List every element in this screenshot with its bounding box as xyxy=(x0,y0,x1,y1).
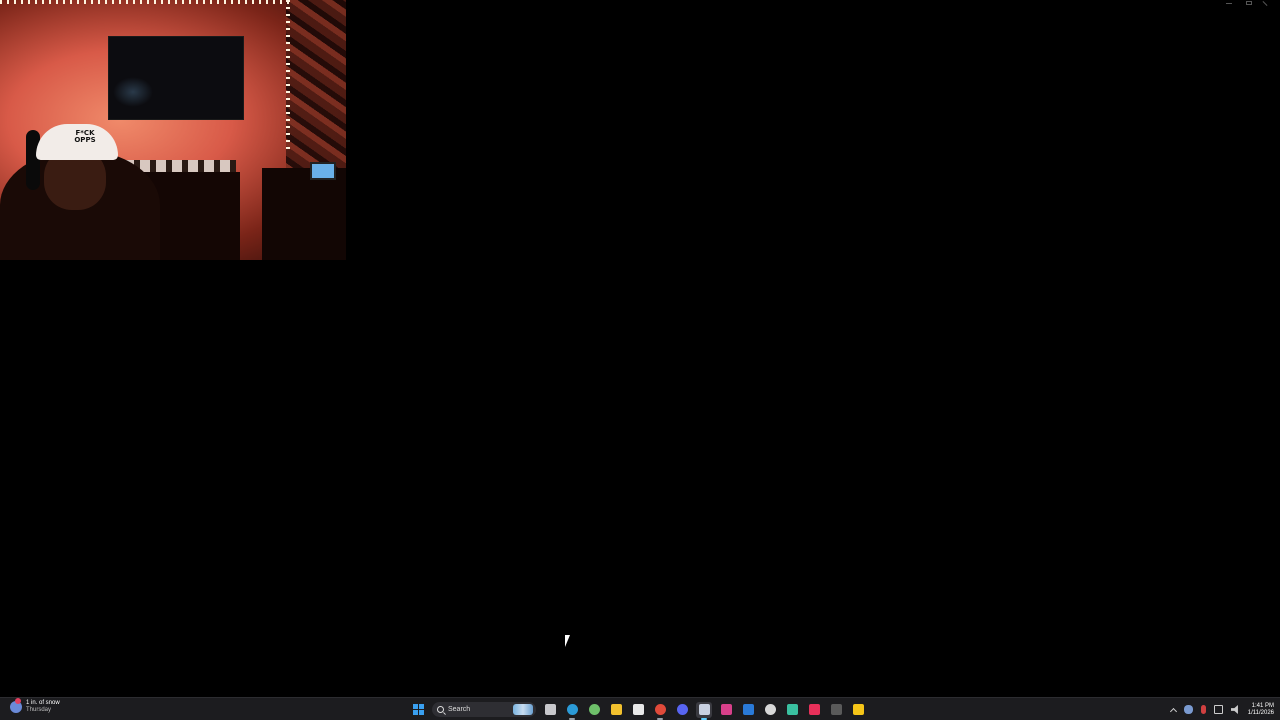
tiktok-icon xyxy=(808,704,820,715)
search-input[interactable]: Search xyxy=(432,702,536,717)
discord-icon xyxy=(676,704,688,715)
taskbar-app-excel[interactable] xyxy=(828,702,844,718)
chrome-icon xyxy=(654,704,666,715)
taskbar-app-file-explorer[interactable] xyxy=(608,702,624,718)
pinned-apps xyxy=(542,701,866,720)
weather-text: 1 in. of snow Thursday xyxy=(26,700,60,714)
close-icon[interactable] xyxy=(1262,1,1272,5)
webcam-dresser xyxy=(262,168,346,260)
mouse-cursor-icon xyxy=(565,635,575,647)
window-controls xyxy=(1226,0,1272,6)
taskbar-app-discord[interactable] xyxy=(674,702,690,718)
search-icon xyxy=(437,706,444,713)
media-player-icon xyxy=(742,704,754,715)
webcam-string-lights-vertical xyxy=(286,0,290,150)
sticky-notes-icon xyxy=(852,704,864,715)
weather-icon xyxy=(10,698,22,713)
clock-date: 1/11/2026 xyxy=(1247,709,1274,716)
copilot-icon xyxy=(588,704,600,715)
system-tray: 1:41 PM 1/11/2026 xyxy=(1169,700,1280,719)
taskbar-app-copilot[interactable] xyxy=(586,702,602,718)
webcam-cap-text: F*CK OPPS xyxy=(70,130,100,144)
excel-icon xyxy=(830,704,842,715)
volume-icon[interactable] xyxy=(1230,705,1238,714)
running-indicator xyxy=(569,717,575,720)
webcam-floral-wallpaper xyxy=(286,0,346,180)
webcam-tablet xyxy=(310,162,336,180)
edge-icon xyxy=(566,704,578,715)
clock[interactable]: 1:41 PM 1/11/2026 xyxy=(1248,703,1274,717)
search-label: Search xyxy=(448,706,471,713)
taskbar-app-task-view[interactable] xyxy=(542,702,558,718)
webcam-tv xyxy=(108,36,244,120)
taskbar-app-calendar[interactable] xyxy=(630,702,646,718)
weather-day: Thursday xyxy=(26,707,52,713)
weather-widget[interactable]: 1 in. of snow Thursday xyxy=(10,698,60,714)
calendar-icon xyxy=(632,704,644,715)
taskbar-app-instagram[interactable] xyxy=(718,702,734,718)
taskbar-app-steam[interactable] xyxy=(696,701,712,720)
microphone-icon[interactable] xyxy=(1200,705,1206,714)
webcam-overlay: F*CK OPPS xyxy=(0,0,346,260)
taskbar-center: Search xyxy=(410,700,866,720)
taskbar: 1 in. of snow Thursday Search 1:41 PM 1/… xyxy=(0,697,1280,720)
network-icon[interactable] xyxy=(1213,705,1223,714)
webcam-string-lights xyxy=(0,0,290,4)
search-highlight-icon xyxy=(513,704,533,715)
chatgpt-icon xyxy=(764,704,776,715)
maximize-icon[interactable] xyxy=(1246,1,1252,5)
steam-icon xyxy=(698,704,710,715)
clock-time: 1:41 PM xyxy=(1251,702,1274,709)
onedrive-icon[interactable] xyxy=(1183,705,1193,714)
start-button[interactable] xyxy=(410,702,426,718)
windows-logo-icon xyxy=(412,704,424,715)
instagram-icon xyxy=(720,704,732,715)
show-hidden-icons-icon[interactable] xyxy=(1169,707,1177,715)
taskbar-app-edge[interactable] xyxy=(564,702,580,720)
cap-text-line2: OPPS xyxy=(74,136,96,144)
task-view-icon xyxy=(544,704,556,715)
file-explorer-icon xyxy=(610,704,622,715)
taskbar-app-sticky-notes[interactable] xyxy=(850,702,866,718)
store-icon xyxy=(786,704,798,715)
taskbar-app-chatgpt[interactable] xyxy=(762,702,778,718)
webcam-headset xyxy=(26,130,40,190)
weather-temp: 1 in. of snow xyxy=(26,700,60,706)
taskbar-app-tiktok[interactable] xyxy=(806,702,822,718)
taskbar-app-media-player[interactable] xyxy=(740,702,756,718)
taskbar-app-store[interactable] xyxy=(784,702,800,718)
minimize-icon[interactable] xyxy=(1226,1,1236,5)
taskbar-app-chrome[interactable] xyxy=(652,702,668,720)
running-indicator xyxy=(657,717,663,720)
running-indicator xyxy=(701,717,707,720)
